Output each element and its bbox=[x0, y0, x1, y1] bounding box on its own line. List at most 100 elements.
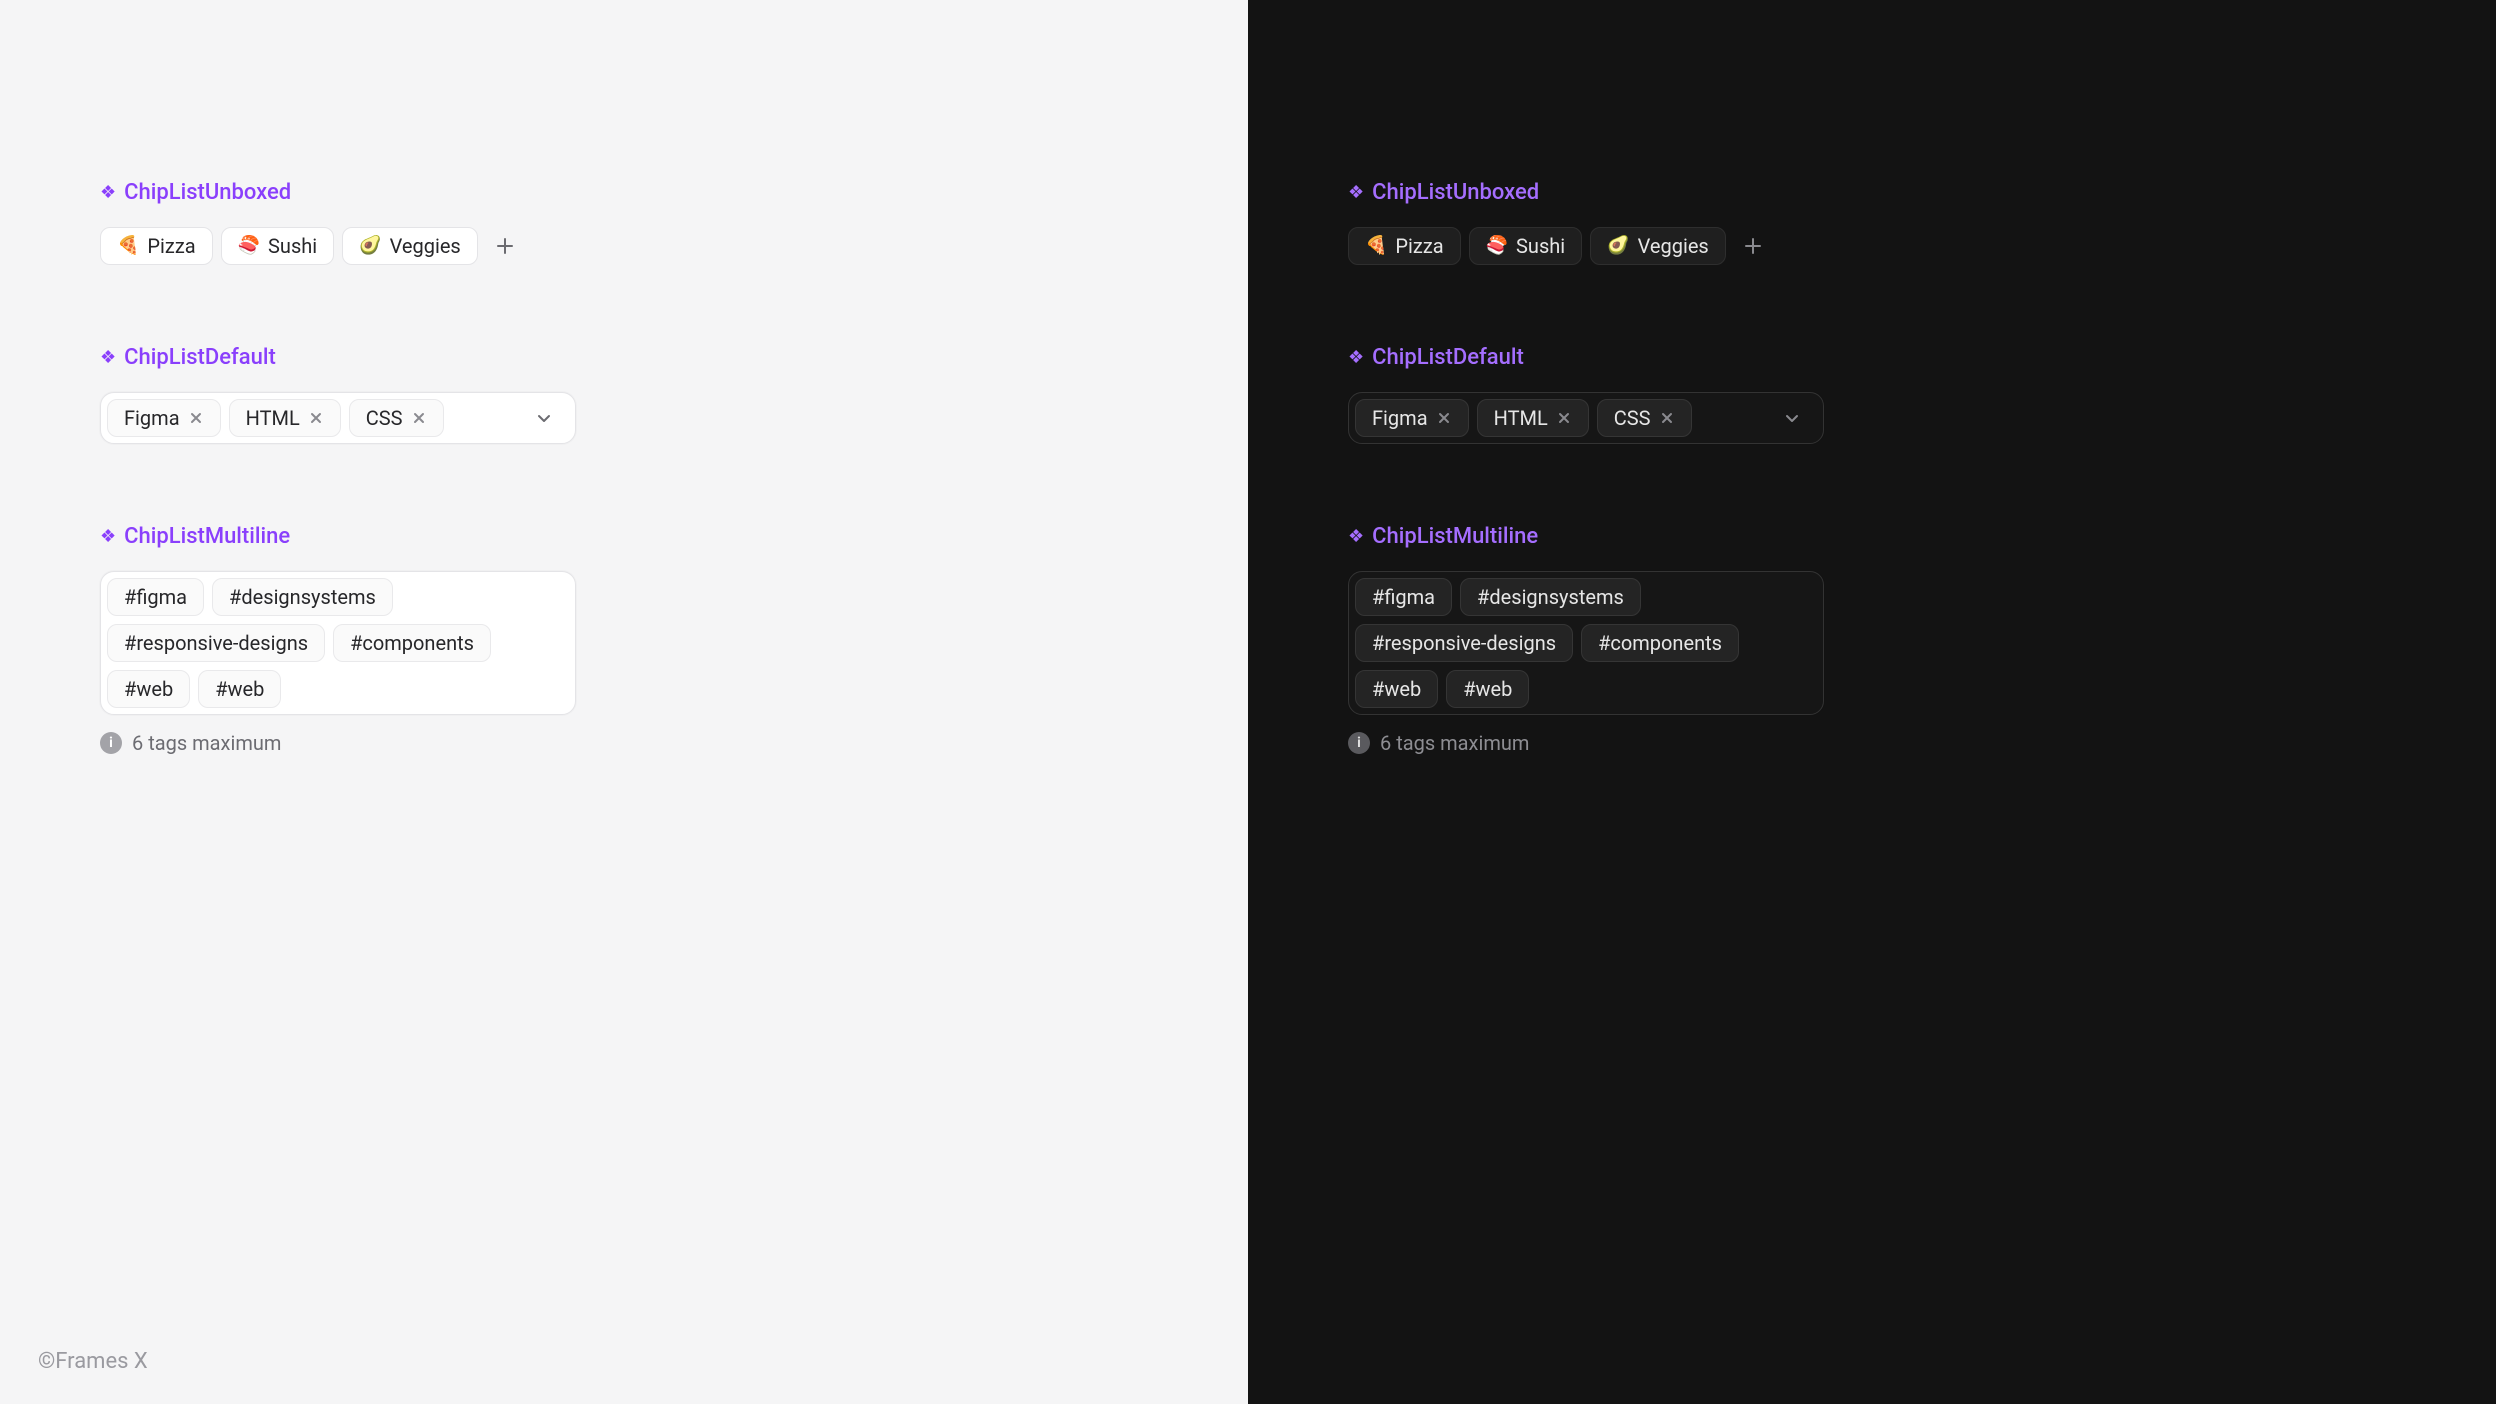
section-chiplist-multiline: ❖ ChipListMultiline #figma #designsystem… bbox=[1348, 524, 2396, 755]
chip-combobox[interactable]: Figma HTML CSS bbox=[1348, 392, 1824, 444]
chip-tag[interactable]: #figma bbox=[107, 578, 204, 616]
diamond-icon: ❖ bbox=[1348, 182, 1364, 203]
chip-tag[interactable]: #responsive-designs bbox=[1355, 624, 1573, 662]
plus-icon bbox=[495, 236, 515, 256]
dropdown-toggle[interactable] bbox=[1773, 399, 1811, 437]
chip-tag[interactable]: #figma bbox=[1355, 578, 1452, 616]
chip-figma[interactable]: Figma bbox=[1355, 399, 1469, 437]
chip-row-unboxed: 🍕 Pizza 🍣 Sushi 🥑 Veggies bbox=[100, 227, 1148, 265]
section-chiplist-multiline: ❖ ChipListMultiline #figma #designsystem… bbox=[100, 524, 1148, 755]
chip-tag[interactable]: #web bbox=[107, 670, 190, 708]
chip-label: HTML bbox=[1494, 408, 1548, 428]
light-theme-pane: ❖ ChipListUnboxed 🍕 Pizza 🍣 Sushi 🥑 Vegg… bbox=[0, 0, 1248, 1404]
chip-label: #designsystems bbox=[229, 587, 376, 607]
section-title-text: ChipListUnboxed bbox=[124, 180, 291, 205]
chip-html[interactable]: HTML bbox=[229, 399, 341, 437]
chip-label: #web bbox=[124, 679, 173, 699]
chip-label: CSS bbox=[366, 408, 403, 428]
add-chip-button[interactable] bbox=[486, 227, 524, 265]
pizza-icon: 🍕 bbox=[1365, 237, 1387, 255]
chip-veggies[interactable]: 🥑 Veggies bbox=[1590, 227, 1726, 265]
chip-css[interactable]: CSS bbox=[349, 399, 444, 437]
diamond-icon: ❖ bbox=[1348, 526, 1364, 547]
section-title: ❖ ChipListUnboxed bbox=[100, 180, 1148, 205]
chip-label: #responsive-designs bbox=[1372, 633, 1556, 653]
diamond-icon: ❖ bbox=[100, 347, 116, 368]
chip-tag[interactable]: #web bbox=[1355, 670, 1438, 708]
section-title-text: ChipListMultiline bbox=[1372, 524, 1538, 549]
chip-row-multiline: #figma #designsystems #responsive-design… bbox=[1355, 578, 1817, 708]
chip-label: #web bbox=[1372, 679, 1421, 699]
chip-label: Figma bbox=[124, 408, 180, 428]
chip-label: Pizza bbox=[147, 236, 195, 256]
helper-text-row: i 6 tags maximum bbox=[100, 731, 1148, 755]
section-title: ❖ ChipListUnboxed bbox=[1348, 180, 2396, 205]
remove-chip-button[interactable] bbox=[1659, 410, 1675, 426]
close-icon bbox=[1437, 411, 1451, 425]
chip-combobox[interactable]: Figma HTML CSS bbox=[100, 392, 576, 444]
chip-row-default: Figma HTML CSS bbox=[1355, 399, 1765, 437]
remove-chip-button[interactable] bbox=[188, 410, 204, 426]
section-title-text: ChipListDefault bbox=[124, 345, 276, 370]
chip-html[interactable]: HTML bbox=[1477, 399, 1589, 437]
diamond-icon: ❖ bbox=[100, 182, 116, 203]
chip-label: #figma bbox=[124, 587, 187, 607]
chip-sushi[interactable]: 🍣 Sushi bbox=[1469, 227, 1583, 265]
remove-chip-button[interactable] bbox=[308, 410, 324, 426]
chip-row-multiline: #figma #designsystems #responsive-design… bbox=[107, 578, 569, 708]
chip-tag[interactable]: #components bbox=[333, 624, 491, 662]
section-chiplist-unboxed: ❖ ChipListUnboxed 🍕 Pizza 🍣 Sushi 🥑 Vegg… bbox=[1348, 180, 2396, 265]
chip-label: #components bbox=[350, 633, 474, 653]
chip-tag[interactable]: #designsystems bbox=[1460, 578, 1641, 616]
section-title: ❖ ChipListMultiline bbox=[100, 524, 1148, 549]
chip-label: Figma bbox=[1372, 408, 1428, 428]
chip-tag[interactable]: #web bbox=[198, 670, 281, 708]
chip-label: #components bbox=[1598, 633, 1722, 653]
chip-tag[interactable]: #web bbox=[1446, 670, 1529, 708]
section-title-text: ChipListDefault bbox=[1372, 345, 1524, 370]
chip-multiline-box[interactable]: #figma #designsystems #responsive-design… bbox=[1348, 571, 1824, 715]
dropdown-toggle[interactable] bbox=[525, 399, 563, 437]
chip-tag[interactable]: #components bbox=[1581, 624, 1739, 662]
brand-footer: ©Frames X bbox=[38, 1349, 148, 1374]
chip-label: #responsive-designs bbox=[124, 633, 308, 653]
chip-label: Pizza bbox=[1395, 236, 1443, 256]
pizza-icon: 🍕 bbox=[117, 237, 139, 255]
diamond-icon: ❖ bbox=[100, 526, 116, 547]
info-icon: i bbox=[1348, 732, 1370, 754]
section-chiplist-default: ❖ ChipListDefault Figma HTML bbox=[100, 345, 1148, 444]
chip-row-unboxed: 🍕 Pizza 🍣 Sushi 🥑 Veggies bbox=[1348, 227, 2396, 265]
remove-chip-button[interactable] bbox=[411, 410, 427, 426]
dark-theme-pane: ❖ ChipListUnboxed 🍕 Pizza 🍣 Sushi 🥑 Vegg… bbox=[1248, 0, 2496, 1404]
chip-veggies[interactable]: 🥑 Veggies bbox=[342, 227, 478, 265]
close-icon bbox=[309, 411, 323, 425]
remove-chip-button[interactable] bbox=[1556, 410, 1572, 426]
chip-sushi[interactable]: 🍣 Sushi bbox=[221, 227, 335, 265]
chip-label: #web bbox=[215, 679, 264, 699]
add-chip-button[interactable] bbox=[1734, 227, 1772, 265]
section-title: ❖ ChipListDefault bbox=[1348, 345, 2396, 370]
remove-chip-button[interactable] bbox=[1436, 410, 1452, 426]
section-chiplist-unboxed: ❖ ChipListUnboxed 🍕 Pizza 🍣 Sushi 🥑 Vegg… bbox=[100, 180, 1148, 265]
chip-css[interactable]: CSS bbox=[1597, 399, 1692, 437]
close-icon bbox=[1660, 411, 1674, 425]
section-title-text: ChipListMultiline bbox=[124, 524, 290, 549]
section-title: ❖ ChipListDefault bbox=[100, 345, 1148, 370]
chip-label: Veggies bbox=[390, 236, 461, 256]
helper-text-row: i 6 tags maximum bbox=[1348, 731, 2396, 755]
info-icon: i bbox=[100, 732, 122, 754]
chip-multiline-box[interactable]: #figma #designsystems #responsive-design… bbox=[100, 571, 576, 715]
chip-pizza[interactable]: 🍕 Pizza bbox=[100, 227, 213, 265]
chip-tag[interactable]: #designsystems bbox=[212, 578, 393, 616]
chip-label: Veggies bbox=[1638, 236, 1709, 256]
diamond-icon: ❖ bbox=[1348, 347, 1364, 368]
close-icon bbox=[1557, 411, 1571, 425]
chevron-down-icon bbox=[1782, 408, 1802, 428]
chip-tag[interactable]: #responsive-designs bbox=[107, 624, 325, 662]
helper-text: 6 tags maximum bbox=[1380, 731, 1529, 755]
avocado-icon: 🥑 bbox=[359, 237, 381, 255]
section-chiplist-default: ❖ ChipListDefault Figma HTML bbox=[1348, 345, 2396, 444]
chip-figma[interactable]: Figma bbox=[107, 399, 221, 437]
chip-label: #web bbox=[1463, 679, 1512, 699]
chip-pizza[interactable]: 🍕 Pizza bbox=[1348, 227, 1461, 265]
